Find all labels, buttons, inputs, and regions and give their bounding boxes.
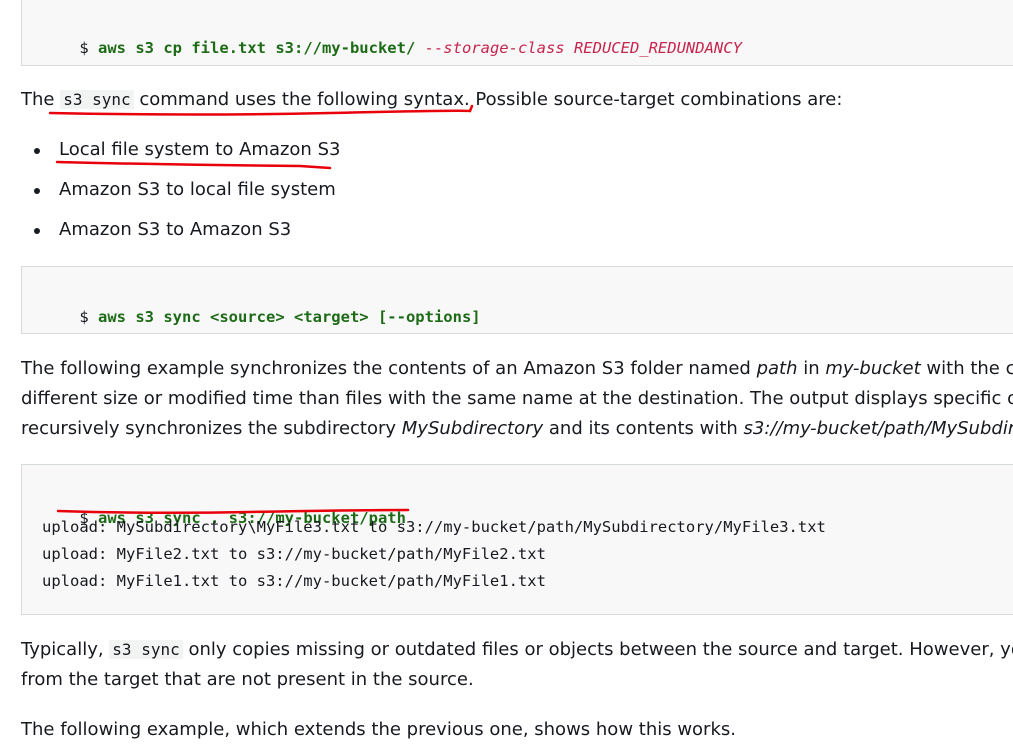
example-description-line-2: different size or modified time than fil…: [21, 388, 1013, 409]
following-example-paragraph: The following example, which extends the…: [21, 719, 736, 740]
storage-class-option: --storage-class REDUCED_REDUNDANCY: [424, 39, 742, 57]
bullet-icon: [34, 228, 40, 234]
code-block-sync-example: $ aws s3 sync . s3://my-bucket/path uplo…: [21, 464, 1013, 615]
code-line-cp: $ aws s3 cp file.txt s3://my-bucket/ --s…: [42, 21, 742, 75]
sync-syntax-paragraph: The s3 sync command uses the following s…: [21, 89, 843, 110]
code-block-sync-syntax: $ aws s3 sync <source> <target> [--optio…: [21, 266, 1013, 334]
prompt-symbol: $: [79, 39, 89, 57]
bullet-icon: [34, 188, 40, 194]
typically-paragraph-line-2: from the target that are not present in …: [21, 669, 474, 690]
bullet-icon: [34, 148, 40, 154]
output-line: upload: MySubdirectory\MyFile3.txt to s3…: [42, 518, 826, 536]
code-block-cp: $ aws s3 cp file.txt s3://my-bucket/ --s…: [21, 0, 1013, 66]
inline-code-s3-sync: s3 sync: [109, 640, 183, 659]
typically-paragraph-line-1: Typically, s3 sync only copies missing o…: [21, 639, 1013, 660]
inline-code-s3-sync: s3 sync: [60, 90, 134, 109]
output-line: upload: MyFile1.txt to s3://my-bucket/pa…: [42, 572, 546, 590]
prompt-symbol: $: [79, 308, 89, 326]
code-line-sync-syntax: $ aws s3 sync <source> <target> [--optio…: [42, 290, 481, 344]
example-description-line-1: The following example synchronizes the c…: [21, 358, 1013, 379]
output-line: upload: MyFile2.txt to s3://my-bucket/pa…: [42, 545, 546, 563]
example-description-line-3: recursively synchronizes the subdirector…: [21, 418, 1013, 439]
cp-command: aws s3 cp file.txt s3://my-bucket/: [98, 39, 416, 57]
sync-syntax-command: aws s3 sync <source> <target> [--options…: [98, 308, 481, 326]
